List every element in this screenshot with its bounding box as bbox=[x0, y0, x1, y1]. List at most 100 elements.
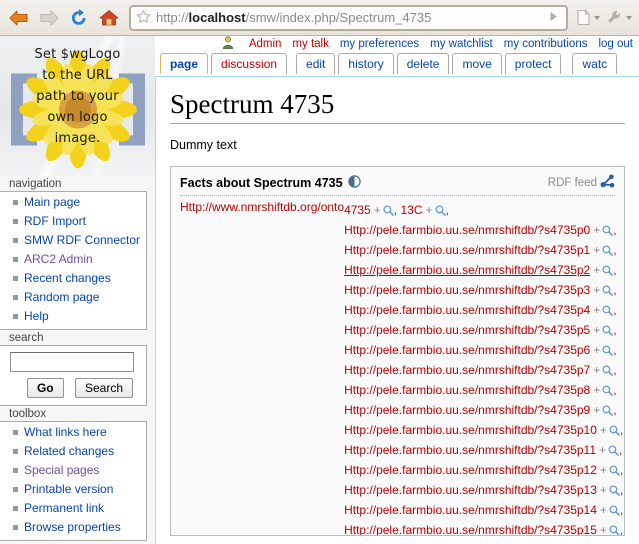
home-icon[interactable] bbox=[96, 5, 122, 31]
user-avatar-icon bbox=[222, 36, 237, 52]
tab-discussion[interactable]: discussion bbox=[211, 53, 288, 74]
list-item: ARC2 Admin bbox=[13, 250, 146, 269]
magnifier-search-icon[interactable] bbox=[609, 423, 620, 437]
plus-symbol: + bbox=[593, 283, 601, 297]
fact-value-link[interactable]: 4735 bbox=[344, 203, 371, 217]
plus-symbol: + bbox=[599, 463, 607, 477]
rdf-graph-icon[interactable] bbox=[600, 174, 615, 191]
toolbox-item-browse-properties[interactable]: Browse properties bbox=[24, 520, 121, 534]
toolbox-item-what-links-here[interactable]: What links here bbox=[24, 425, 107, 439]
browser-toolbar: http://localhost/smw/index.php/Spectrum_… bbox=[0, 0, 639, 36]
personal-link-my-watchlist[interactable]: my watchlist bbox=[430, 38, 493, 50]
magnifier-search-icon[interactable] bbox=[609, 463, 620, 477]
magnifier-search-icon[interactable] bbox=[609, 503, 620, 517]
sidebar-item-rdf-import[interactable]: RDF Import bbox=[24, 214, 86, 228]
list-item: RDF Import bbox=[13, 212, 146, 231]
magnifier-search-icon[interactable] bbox=[602, 263, 614, 277]
magnifier-search-icon[interactable] bbox=[602, 383, 614, 397]
magnifier-search-icon[interactable] bbox=[602, 343, 614, 357]
toolbox-item-related-changes[interactable]: Related changes bbox=[24, 444, 114, 458]
separator-comma: , bbox=[613, 283, 617, 297]
sidebar-item-arc2-admin[interactable]: ARC2 Admin bbox=[24, 252, 93, 266]
fact-value-link[interactable]: Http://pele.farmbio.uu.se/nmrshiftdb/?s4… bbox=[344, 503, 597, 517]
personal-link-my-talk[interactable]: my talk bbox=[292, 38, 328, 50]
sidebar-item-recent-changes[interactable]: Recent changes bbox=[24, 271, 111, 285]
search-button[interactable]: Search bbox=[74, 378, 134, 398]
fact-value: Http://pele.farmbio.uu.se/nmrshiftdb/?s4… bbox=[344, 443, 622, 457]
wrench-icon[interactable] bbox=[605, 9, 633, 26]
fact-value-link[interactable]: Http://pele.farmbio.uu.se/nmrshiftdb/?s4… bbox=[344, 343, 590, 357]
url-text[interactable]: http://localhost/smw/index.php/Spectrum_… bbox=[156, 7, 542, 29]
personal-link-my-contributions[interactable]: my contributions bbox=[504, 38, 588, 50]
fact-value-link[interactable]: Http://pele.farmbio.uu.se/nmrshiftdb/?s4… bbox=[344, 523, 597, 535]
go-button[interactable]: Go bbox=[26, 378, 64, 398]
magnifier-search-icon[interactable] bbox=[602, 303, 614, 317]
plus-symbol: + bbox=[593, 323, 601, 337]
magnifier-search-icon[interactable] bbox=[609, 483, 620, 497]
magnifier-search-icon[interactable] bbox=[609, 523, 620, 535]
fact-value-link[interactable]: Http://pele.farmbio.uu.se/nmrshiftdb/?s4… bbox=[344, 483, 597, 497]
sidebar-item-random-page[interactable]: Random page bbox=[24, 290, 99, 304]
tab-page[interactable]: page bbox=[160, 53, 209, 74]
magnifier-search-icon[interactable] bbox=[383, 203, 394, 217]
fact-value-link[interactable]: Http://pele.farmbio.uu.se/nmrshiftdb/?s4… bbox=[344, 303, 590, 317]
toolbox-body: What links here Related changes Special pa… bbox=[0, 421, 147, 541]
plus-symbol: + bbox=[599, 423, 607, 437]
fact-value-link[interactable]: Http://pele.farmbio.uu.se/nmrshiftdb/?s4… bbox=[344, 283, 590, 297]
separator-comma: , bbox=[619, 443, 623, 457]
page-document-icon[interactable] bbox=[575, 9, 601, 26]
fact-value-link[interactable]: Http://pele.farmbio.uu.se/nmrshiftdb/?s4… bbox=[344, 243, 590, 257]
personal-link-my-preferences[interactable]: my preferences bbox=[340, 38, 419, 50]
tab-history[interactable]: history bbox=[338, 53, 394, 74]
tab-protect[interactable]: protect bbox=[504, 53, 562, 74]
sidebar-item-smw-rdf-connector[interactable]: SMW RDF Connector bbox=[24, 233, 140, 247]
personal-link-admin[interactable]: Admin bbox=[249, 38, 282, 50]
tab-watc[interactable]: watc bbox=[572, 53, 618, 74]
magnifier-search-icon[interactable] bbox=[602, 363, 614, 377]
fact-value-link[interactable]: Http://pele.farmbio.uu.se/nmrshiftdb/?s4… bbox=[344, 383, 590, 397]
site-logo[interactable]: Set $wgLogo to the URL path to your own log… bbox=[0, 36, 155, 176]
fact-value-link[interactable]: Http://pele.farmbio.uu.se/nmrshiftdb/?s4… bbox=[344, 403, 590, 417]
fact-value-link[interactable]: Http://pele.farmbio.uu.se/nmrshiftdb/?s4… bbox=[344, 263, 590, 277]
list-item: Recent changes bbox=[13, 269, 146, 288]
magnifier-search-icon[interactable] bbox=[608, 443, 619, 457]
tab-move[interactable]: move bbox=[452, 53, 502, 74]
magnifier-search-icon[interactable] bbox=[602, 243, 614, 257]
address-bar[interactable]: http://localhost/smw/index.php/Spectrum_… bbox=[129, 4, 568, 31]
magnifier-search-icon[interactable] bbox=[602, 323, 614, 337]
reload-icon[interactable] bbox=[66, 5, 92, 31]
fact-value: Http://pele.farmbio.uu.se/nmrshiftdb/?s4… bbox=[344, 243, 617, 257]
toolbox-item-special-pages[interactable]: Special pages bbox=[24, 463, 99, 477]
tab-edit[interactable]: edit bbox=[296, 53, 336, 74]
sidebar-item-main-page[interactable]: Main page bbox=[24, 195, 80, 209]
fact-value: Http://pele.farmbio.uu.se/nmrshiftdb/?s4… bbox=[344, 323, 617, 337]
fact-value: 4735 +, bbox=[344, 203, 397, 217]
info-circle-icon[interactable] bbox=[347, 174, 361, 191]
facts-property-link[interactable]: Http://www.nmrshiftdb.org/onto bbox=[180, 200, 344, 214]
magnifier-search-icon[interactable] bbox=[602, 283, 614, 297]
toolbox-item-permanent-link[interactable]: Permanent link bbox=[24, 501, 104, 515]
fact-value-link[interactable]: Http://pele.farmbio.uu.se/nmrshiftdb/?s4… bbox=[344, 463, 597, 477]
fact-value: Http://pele.farmbio.uu.se/nmrshiftdb/?s4… bbox=[344, 463, 623, 477]
magnifier-search-icon[interactable] bbox=[602, 403, 614, 417]
facts-table: Http://www.nmrshiftdb.org/onto 4735 +, 13… bbox=[180, 200, 623, 535]
magnifier-search-icon[interactable] bbox=[434, 203, 446, 217]
tab-delete[interactable]: delete bbox=[396, 53, 450, 74]
fact-value-link[interactable]: Http://pele.farmbio.uu.se/nmrshiftdb/?s4… bbox=[344, 323, 590, 337]
bookmark-star-icon[interactable] bbox=[136, 9, 151, 27]
fact-value-link[interactable]: Http://pele.farmbio.uu.se/nmrshiftdb/?s4… bbox=[344, 223, 590, 237]
rdf-feed-label: RDF feed bbox=[547, 176, 597, 189]
fact-value-link[interactable]: Http://pele.farmbio.uu.se/nmrshiftdb/?s4… bbox=[344, 363, 590, 377]
page-title: Spectrum 4735 bbox=[170, 89, 625, 124]
fact-value-link[interactable]: Http://pele.farmbio.uu.se/nmrshiftdb/?s4… bbox=[344, 443, 596, 457]
sidebar-item-help[interactable]: Help bbox=[24, 309, 49, 323]
search-input[interactable] bbox=[10, 352, 134, 372]
back-arrow-icon[interactable] bbox=[6, 5, 32, 31]
personal-link-log-out[interactable]: log out bbox=[598, 38, 633, 50]
separator-comma: , bbox=[613, 263, 617, 277]
fact-value-link[interactable]: 13C bbox=[400, 203, 422, 217]
magnifier-search-icon[interactable] bbox=[602, 223, 614, 237]
go-arrow-icon[interactable] bbox=[542, 10, 564, 26]
fact-value-link[interactable]: Http://pele.farmbio.uu.se/nmrshiftdb/?s4… bbox=[344, 423, 597, 437]
toolbox-item-printable-version[interactable]: Printable version bbox=[24, 482, 113, 496]
